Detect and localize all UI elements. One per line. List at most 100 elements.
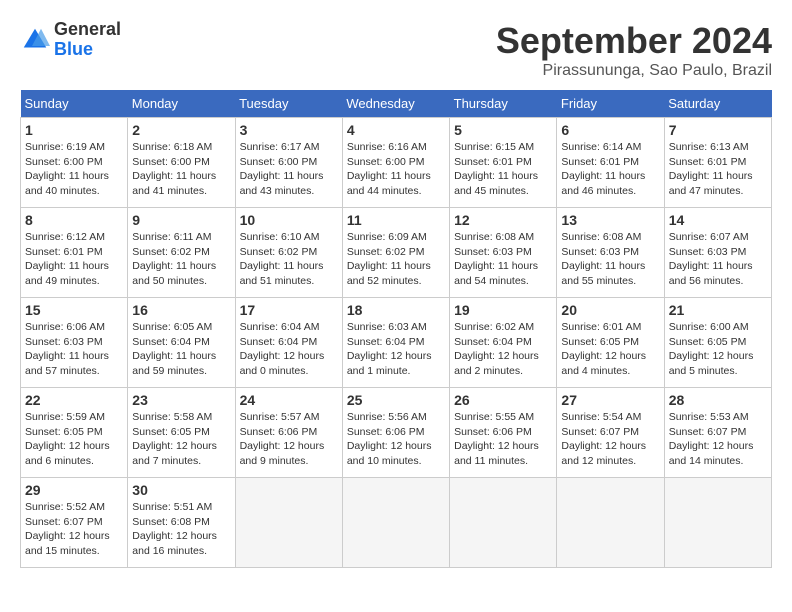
day-info: Sunrise: 6:09 AMSunset: 6:02 PMDaylight:… (347, 230, 445, 289)
day-info: Sunrise: 6:12 AMSunset: 6:01 PMDaylight:… (25, 230, 123, 289)
calendar-cell: 2 Sunrise: 6:18 AMSunset: 6:00 PMDaylight… (128, 118, 235, 208)
logo-general-text: General (54, 20, 121, 40)
day-info: Sunrise: 5:56 AMSunset: 6:06 PMDaylight:… (347, 410, 445, 469)
weekday-header: Sunday (21, 90, 128, 118)
day-number: 23 (132, 392, 230, 408)
calendar-cell: 24 Sunrise: 5:57 AMSunset: 6:06 PMDayligh… (235, 388, 342, 478)
calendar-cell: 15 Sunrise: 6:06 AMSunset: 6:03 PMDayligh… (21, 298, 128, 388)
day-info: Sunrise: 6:00 AMSunset: 6:05 PMDaylight:… (669, 320, 767, 379)
calendar-cell: 26 Sunrise: 5:55 AMSunset: 6:06 PMDayligh… (450, 388, 557, 478)
day-info: Sunrise: 6:16 AMSunset: 6:00 PMDaylight:… (347, 140, 445, 199)
day-info: Sunrise: 6:02 AMSunset: 6:04 PMDaylight:… (454, 320, 552, 379)
week-row: 15 Sunrise: 6:06 AMSunset: 6:03 PMDayligh… (21, 298, 772, 388)
weekday-header: Saturday (664, 90, 771, 118)
calendar-cell: 5Sunrise: 6:15 AMSunset: 6:01 PMDaylight… (450, 118, 557, 208)
calendar-cell: 12 Sunrise: 6:08 AMSunset: 6:03 PMDayligh… (450, 208, 557, 298)
day-number: 7 (669, 122, 767, 138)
day-number: 2 (132, 122, 230, 138)
calendar-cell: 17Sunrise: 6:04 AMSunset: 6:04 PMDayligh… (235, 298, 342, 388)
logo: General Blue (20, 20, 121, 60)
calendar-cell: 20Sunrise: 6:01 AMSunset: 6:05 PMDayligh… (557, 298, 664, 388)
calendar-cell: 3 Sunrise: 6:17 AMSunset: 6:00 PMDaylight… (235, 118, 342, 208)
day-info: Sunrise: 5:59 AMSunset: 6:05 PMDaylight:… (25, 410, 123, 469)
calendar-cell: 14 Sunrise: 6:07 AMSunset: 6:03 PMDayligh… (664, 208, 771, 298)
weekday-header-row: SundayMondayTuesdayWednesdayThursdayFrid… (21, 90, 772, 118)
day-number: 15 (25, 302, 123, 318)
calendar-cell: 30Sunrise: 5:51 AMSunset: 6:08 PMDayligh… (128, 478, 235, 568)
location: Pirassununga, Sao Paulo, Brazil (496, 62, 772, 80)
day-number: 5 (454, 122, 552, 138)
week-row: 29Sunrise: 5:52 AMSunset: 6:07 PMDayligh… (21, 478, 772, 568)
calendar-cell: 6 Sunrise: 6:14 AMSunset: 6:01 PMDaylight… (557, 118, 664, 208)
calendar-table: SundayMondayTuesdayWednesdayThursdayFrid… (20, 90, 772, 568)
day-number: 26 (454, 392, 552, 408)
day-number: 24 (240, 392, 338, 408)
day-info: Sunrise: 6:07 AMSunset: 6:03 PMDaylight:… (669, 230, 767, 289)
calendar-cell (342, 478, 449, 568)
calendar-cell: 21 Sunrise: 6:00 AMSunset: 6:05 PMDayligh… (664, 298, 771, 388)
calendar-cell: 23 Sunrise: 5:58 AMSunset: 6:05 PMDayligh… (128, 388, 235, 478)
page-header: General Blue September 2024 Pirassununga… (20, 20, 772, 80)
logo-icon (20, 25, 50, 55)
day-info: Sunrise: 6:11 AMSunset: 6:02 PMDaylight:… (132, 230, 230, 289)
day-number: 12 (454, 212, 552, 228)
calendar-cell: 1Sunrise: 6:19 AMSunset: 6:00 PMDaylight… (21, 118, 128, 208)
day-number: 21 (669, 302, 767, 318)
calendar-cell: 11 Sunrise: 6:09 AMSunset: 6:02 PMDayligh… (342, 208, 449, 298)
calendar-cell: 10Sunrise: 6:10 AMSunset: 6:02 PMDayligh… (235, 208, 342, 298)
day-info: Sunrise: 6:03 AMSunset: 6:04 PMDaylight:… (347, 320, 445, 379)
day-info: Sunrise: 6:08 AMSunset: 6:03 PMDaylight:… (454, 230, 552, 289)
day-info: Sunrise: 5:58 AMSunset: 6:05 PMDaylight:… (132, 410, 230, 469)
day-info: Sunrise: 6:13 AMSunset: 6:01 PMDaylight:… (669, 140, 767, 199)
calendar-cell: 4 Sunrise: 6:16 AMSunset: 6:00 PMDaylight… (342, 118, 449, 208)
day-number: 18 (347, 302, 445, 318)
calendar-cell (450, 478, 557, 568)
day-info: Sunrise: 6:10 AMSunset: 6:02 PMDaylight:… (240, 230, 338, 289)
calendar-cell (557, 478, 664, 568)
day-info: Sunrise: 5:54 AMSunset: 6:07 PMDaylight:… (561, 410, 659, 469)
calendar-cell: 8 Sunrise: 6:12 AMSunset: 6:01 PMDaylight… (21, 208, 128, 298)
day-number: 14 (669, 212, 767, 228)
day-number: 16 (132, 302, 230, 318)
logo-blue-text: Blue (54, 40, 121, 60)
day-number: 8 (25, 212, 123, 228)
calendar-cell: 25Sunrise: 5:56 AMSunset: 6:06 PMDayligh… (342, 388, 449, 478)
day-number: 4 (347, 122, 445, 138)
weekday-header: Thursday (450, 90, 557, 118)
week-row: 8 Sunrise: 6:12 AMSunset: 6:01 PMDaylight… (21, 208, 772, 298)
day-number: 28 (669, 392, 767, 408)
day-info: Sunrise: 5:55 AMSunset: 6:06 PMDaylight:… (454, 410, 552, 469)
day-info: Sunrise: 6:17 AMSunset: 6:00 PMDaylight:… (240, 140, 338, 199)
week-row: 1Sunrise: 6:19 AMSunset: 6:00 PMDaylight… (21, 118, 772, 208)
day-number: 17 (240, 302, 338, 318)
day-number: 22 (25, 392, 123, 408)
calendar-cell: 27 Sunrise: 5:54 AMSunset: 6:07 PMDayligh… (557, 388, 664, 478)
calendar-cell: 18 Sunrise: 6:03 AMSunset: 6:04 PMDayligh… (342, 298, 449, 388)
day-info: Sunrise: 6:06 AMSunset: 6:03 PMDaylight:… (25, 320, 123, 379)
day-number: 3 (240, 122, 338, 138)
day-info: Sunrise: 6:18 AMSunset: 6:00 PMDaylight:… (132, 140, 230, 199)
calendar-cell: 16 Sunrise: 6:05 AMSunset: 6:04 PMDayligh… (128, 298, 235, 388)
calendar-cell (235, 478, 342, 568)
weekday-header: Tuesday (235, 90, 342, 118)
day-number: 19 (454, 302, 552, 318)
day-info: Sunrise: 5:57 AMSunset: 6:06 PMDaylight:… (240, 410, 338, 469)
day-number: 9 (132, 212, 230, 228)
month-title: September 2024 (496, 20, 772, 62)
day-number: 6 (561, 122, 659, 138)
day-info: Sunrise: 6:08 AMSunset: 6:03 PMDaylight:… (561, 230, 659, 289)
calendar-cell: 22 Sunrise: 5:59 AMSunset: 6:05 PMDayligh… (21, 388, 128, 478)
day-info: Sunrise: 6:05 AMSunset: 6:04 PMDaylight:… (132, 320, 230, 379)
day-number: 20 (561, 302, 659, 318)
calendar-cell: 9 Sunrise: 6:11 AMSunset: 6:02 PMDaylight… (128, 208, 235, 298)
day-info: Sunrise: 6:19 AMSunset: 6:00 PMDaylight:… (25, 140, 123, 199)
day-number: 11 (347, 212, 445, 228)
calendar-cell: 13Sunrise: 6:08 AMSunset: 6:03 PMDayligh… (557, 208, 664, 298)
day-info: Sunrise: 6:14 AMSunset: 6:01 PMDaylight:… (561, 140, 659, 199)
weekday-header: Monday (128, 90, 235, 118)
calendar-cell: 19 Sunrise: 6:02 AMSunset: 6:04 PMDayligh… (450, 298, 557, 388)
weekday-header: Wednesday (342, 90, 449, 118)
day-info: Sunrise: 5:52 AMSunset: 6:07 PMDaylight:… (25, 500, 123, 559)
day-info: Sunrise: 5:53 AMSunset: 6:07 PMDaylight:… (669, 410, 767, 469)
day-number: 27 (561, 392, 659, 408)
